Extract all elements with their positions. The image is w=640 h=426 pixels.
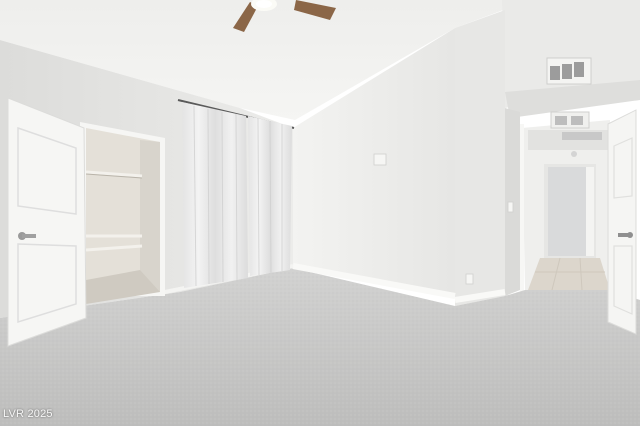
hall-far-door bbox=[586, 167, 594, 256]
closet-door bbox=[7, 97, 87, 347]
wall-vent bbox=[546, 57, 592, 85]
outlet bbox=[465, 273, 474, 285]
hall-vent bbox=[562, 132, 602, 140]
watermark-text: LVR 2025 bbox=[3, 408, 53, 420]
bedroom-photo: LVR 2025 bbox=[0, 0, 640, 426]
hall-switch bbox=[507, 201, 514, 213]
switch-plate bbox=[373, 153, 387, 166]
window-curtains bbox=[182, 102, 292, 288]
small-wall-vent bbox=[550, 111, 590, 129]
closet-inner-wall bbox=[140, 140, 160, 292]
hall-far-room bbox=[548, 167, 586, 256]
pillar-wall bbox=[455, 10, 505, 306]
hall-floor bbox=[528, 258, 610, 290]
hall-light bbox=[571, 151, 577, 157]
hallway-door bbox=[607, 109, 637, 335]
room-illustration bbox=[0, 0, 640, 426]
